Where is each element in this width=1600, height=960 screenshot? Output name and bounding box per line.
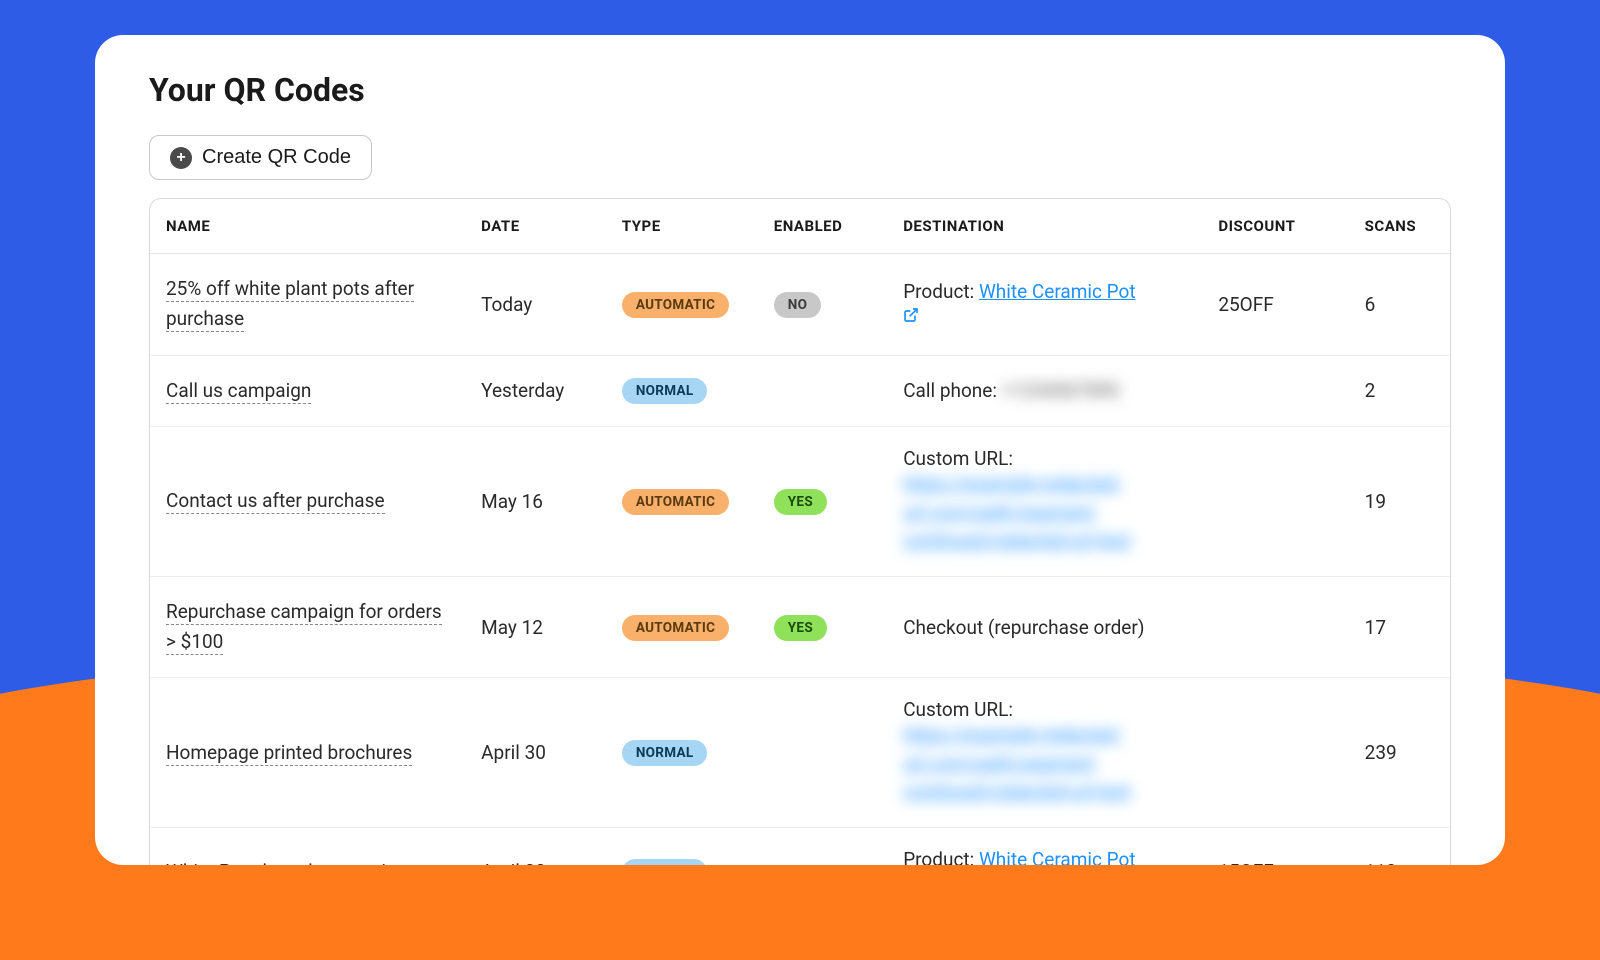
qr-name-link[interactable]: Contact us after purchase <box>166 489 385 514</box>
enabled-cell: NO <box>758 254 887 356</box>
badge-normal: NORMAL <box>622 740 708 766</box>
dest-url-redacted: continued-redacted-url-text <box>903 527 1130 556</box>
discount-cell <box>1202 576 1348 678</box>
table-row: Contact us after purchase May 16 AUTOMATIC… <box>150 427 1450 577</box>
table-header-row: NAME DATE TYPE ENABLED DESTINATION DISCO… <box>150 199 1450 254</box>
dest-product-link[interactable]: White Ceramic Pot <box>979 280 1136 303</box>
enabled-cell <box>758 678 887 828</box>
scans-cell: 113 <box>1349 827 1450 865</box>
dest-phone-redacted: +1234567890 <box>1002 379 1120 402</box>
col-header-destination: DESTINATION <box>887 199 1202 254</box>
badge-automatic: AUTOMATIC <box>622 615 729 641</box>
discount-cell: 15OFF <box>1202 827 1348 865</box>
discount-cell <box>1202 355 1348 426</box>
badge-automatic: AUTOMATIC <box>622 489 729 515</box>
badge-normal: NORMAL <box>622 859 708 865</box>
type-cell: AUTOMATIC <box>606 427 758 577</box>
badge-no: NO <box>774 292 821 318</box>
dest-phone-prefix: Call phone: <box>903 379 1002 402</box>
create-button-label: Create QR Code <box>202 146 351 169</box>
page-title: Your QR Codes <box>149 71 1451 109</box>
dest-url-redacted: continued-redacted-url-text <box>903 778 1130 807</box>
qr-name-link[interactable]: 25% off white plant pots after purchase <box>166 277 414 332</box>
enabled-cell <box>758 355 887 426</box>
qr-name-link[interactable]: Homepage printed brochures <box>166 741 412 766</box>
enabled-cell <box>758 827 887 865</box>
table-row: Repurchase campaign for orders > $100 May… <box>150 576 1450 678</box>
col-header-type: TYPE <box>606 199 758 254</box>
scans-cell: 17 <box>1349 576 1450 678</box>
col-header-enabled: ENABLED <box>758 199 887 254</box>
dest-custom-url-label: Custom URL: <box>903 447 1186 470</box>
discount-cell <box>1202 427 1348 577</box>
table-row: White Pots launch campaign April 22 NORMAL… <box>150 827 1450 865</box>
type-cell: NORMAL <box>606 355 758 426</box>
date-cell: May 16 <box>465 427 606 577</box>
col-header-date: DATE <box>465 199 606 254</box>
dest-url-redacted: https://example-redacted-url.com/path/se… <box>903 470 1186 527</box>
scans-cell: 6 <box>1349 254 1450 356</box>
main-card: Your QR Codes + Create QR Code NAME DATE… <box>95 35 1505 865</box>
destination-cell: Product: White Ceramic Pot <box>887 254 1202 356</box>
create-qr-code-button[interactable]: + Create QR Code <box>149 135 372 180</box>
badge-yes: YES <box>774 615 827 641</box>
qr-name-link[interactable]: Repurchase campaign for orders > $100 <box>166 600 442 655</box>
date-cell: Yesterday <box>465 355 606 426</box>
type-cell: NORMAL <box>606 827 758 865</box>
dest-url-redacted: https://example-redacted-url.com/path/se… <box>903 721 1186 778</box>
type-cell: AUTOMATIC <box>606 254 758 356</box>
dest-product-prefix: Product: <box>903 280 979 303</box>
type-cell: NORMAL <box>606 678 758 828</box>
scans-cell: 19 <box>1349 427 1450 577</box>
destination-cell: Product: White Ceramic Pot <box>887 827 1202 865</box>
dest-product-link[interactable]: White Ceramic Pot <box>979 848 1136 865</box>
destination-cell: Custom URL:https://example-redacted-url.… <box>887 678 1202 828</box>
col-header-name: NAME <box>150 199 465 254</box>
table-row: 25% off white plant pots after purchase T… <box>150 254 1450 356</box>
table-row: Call us campaign Yesterday NORMAL Call phon… <box>150 355 1450 426</box>
badge-normal: NORMAL <box>622 378 708 404</box>
col-header-scans: SCANS <box>1349 199 1450 254</box>
enabled-cell: YES <box>758 576 887 678</box>
date-cell: May 12 <box>465 576 606 678</box>
date-cell: April 30 <box>465 678 606 828</box>
qr-name-link[interactable]: White Pots launch campaign <box>166 860 407 865</box>
dest-custom-url-label: Custom URL: <box>903 698 1186 721</box>
external-link-icon[interactable] <box>903 307 919 328</box>
col-header-discount: DISCOUNT <box>1202 199 1348 254</box>
discount-cell <box>1202 678 1348 828</box>
plus-icon: + <box>170 147 192 169</box>
dest-product-prefix: Product: <box>903 848 979 865</box>
date-cell: April 22 <box>465 827 606 865</box>
date-cell: Today <box>465 254 606 356</box>
discount-cell: 25OFF <box>1202 254 1348 356</box>
destination-cell: Custom URL:https://example-redacted-url.… <box>887 427 1202 577</box>
destination-cell: Call phone: +1234567890 <box>887 355 1202 426</box>
destination-cell: Checkout (repurchase order) <box>887 576 1202 678</box>
type-cell: AUTOMATIC <box>606 576 758 678</box>
table-row: Homepage printed brochures April 30 NORMAL… <box>150 678 1450 828</box>
badge-automatic: AUTOMATIC <box>622 292 729 318</box>
enabled-cell: YES <box>758 427 887 577</box>
scans-cell: 2 <box>1349 355 1450 426</box>
qr-codes-table: NAME DATE TYPE ENABLED DESTINATION DISCO… <box>149 198 1451 865</box>
badge-yes: YES <box>774 489 827 515</box>
qr-name-link[interactable]: Call us campaign <box>166 379 311 404</box>
scans-cell: 239 <box>1349 678 1450 828</box>
